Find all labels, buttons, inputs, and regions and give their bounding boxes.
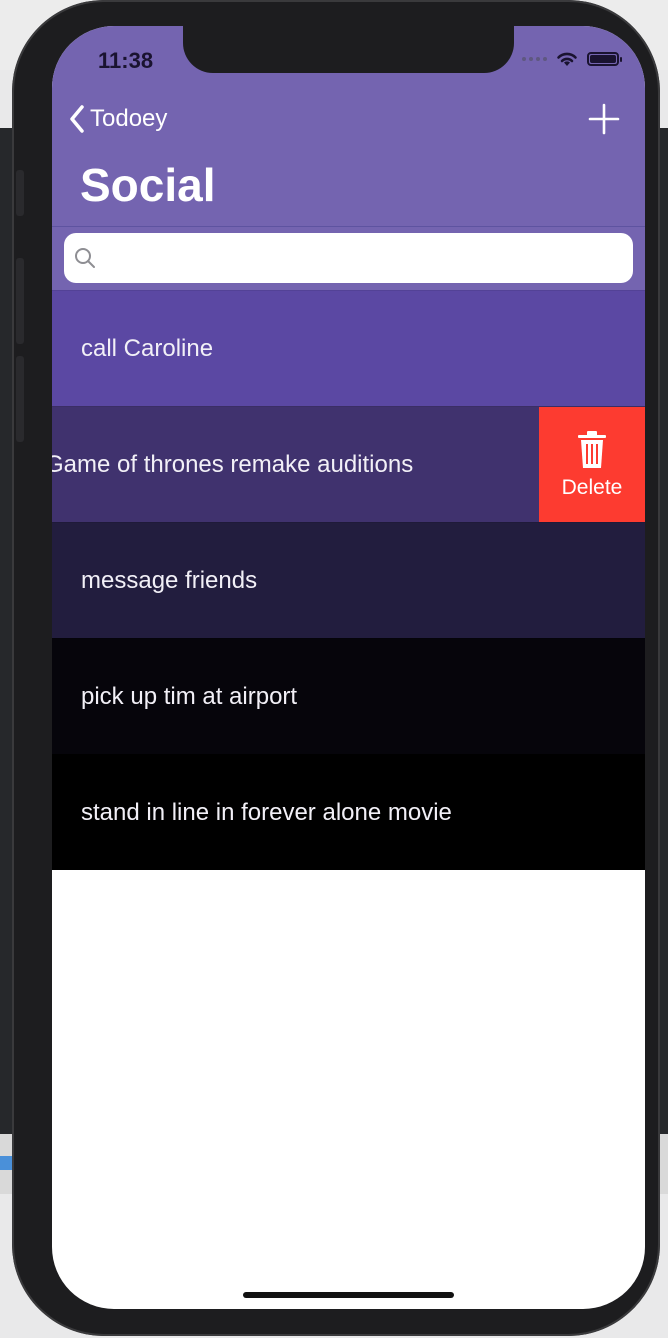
list-item-label: pick up tim at airport — [81, 682, 298, 710]
status-icons — [522, 50, 622, 68]
delete-label: Delete — [561, 475, 623, 499]
plus-icon[interactable] — [587, 102, 621, 136]
page-title: Social — [80, 159, 216, 211]
todo-list: call Caroline Game of thrones remake aud… — [52, 290, 645, 870]
list-item[interactable]: Game of thrones remake auditions Delete — [52, 406, 645, 522]
screen: 11:38 Todoey Social call Caroline Game o… — [52, 26, 645, 1309]
list-item-label: Game of thrones remake auditions — [52, 450, 414, 478]
list-item[interactable]: message friends — [52, 522, 645, 638]
back-button-label: Todoey — [90, 105, 168, 132]
chevron-left-icon — [70, 105, 84, 133]
back-button[interactable]: Todoey — [68, 104, 167, 134]
status-time: 11:38 — [98, 48, 154, 73]
volume-up-button — [16, 258, 24, 344]
cellular-signal-icon — [522, 57, 547, 61]
battery-icon — [587, 52, 622, 66]
list-item-label: stand in line in forever alone movie — [81, 798, 452, 826]
volume-down-button — [16, 356, 24, 442]
home-indicator[interactable] — [243, 1292, 454, 1298]
list-item[interactable]: pick up tim at airport — [52, 638, 645, 754]
wifi-icon — [557, 52, 577, 66]
list-item[interactable]: call Caroline — [52, 290, 645, 406]
notch — [183, 26, 514, 73]
list-item-label: call Caroline — [81, 334, 214, 362]
list-item[interactable]: stand in line in forever alone movie — [52, 754, 645, 870]
search-bar — [52, 226, 645, 291]
search-field[interactable] — [64, 233, 633, 283]
iphone-frame: 11:38 Todoey Social call Caroline Game o… — [12, 0, 660, 1336]
search-icon — [75, 248, 95, 268]
trash-icon — [578, 430, 606, 468]
delete-button[interactable]: Delete — [539, 407, 645, 522]
mute-switch — [16, 170, 24, 216]
search-input[interactable] — [104, 245, 633, 271]
list-item-label: message friends — [81, 566, 258, 594]
